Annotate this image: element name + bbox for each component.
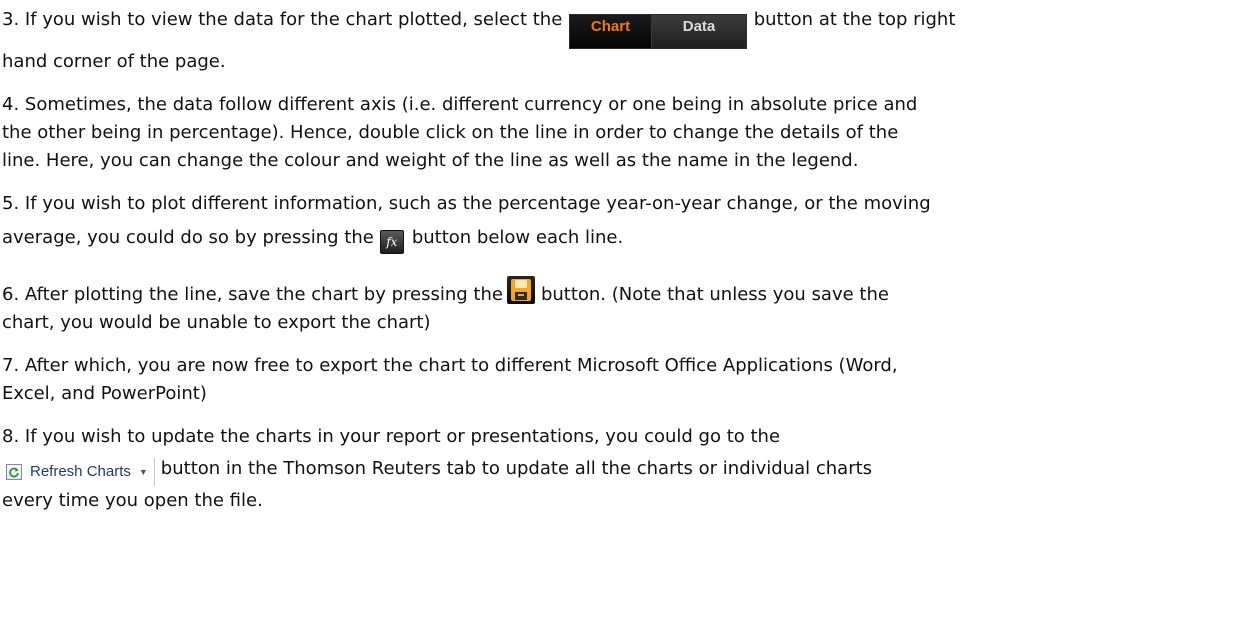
step-6-line-1: 6. After plotting the line, save the cha…: [2, 276, 1252, 309]
step-5-line-2: average, you could do so by pressing the…: [2, 224, 1252, 254]
refresh-charts-control[interactable]: Refresh Charts ▼: [2, 457, 155, 487]
step-3-line-2: hand corner of the page.: [2, 51, 226, 72]
step-3-text-before: 3. If you wish to view the data for the …: [2, 9, 568, 30]
step-5-line-1: 5. If you wish to plot different informa…: [2, 193, 931, 214]
step-7-line-2: Excel, and PowerPoint): [2, 383, 207, 404]
step-4-line-3: line. Here, you can change the colour an…: [2, 150, 859, 171]
refresh-icon: [6, 464, 22, 480]
step-3-text-after: button at the top right: [748, 9, 956, 30]
step-8-text-after: button in the Thomson Reuters tab to upd…: [160, 458, 873, 479]
chevron-down-icon[interactable]: ▼: [139, 458, 148, 486]
step-5-text-before: average, you could do so by pressing the: [2, 227, 374, 248]
chart-tab-button[interactable]: Chart: [570, 15, 652, 48]
step-6-text-before: 6. After plotting the line, save the cha…: [2, 284, 503, 305]
step-8-line-3: every time you open the file.: [2, 490, 263, 511]
step-8-line-2: Refresh Charts ▼ button in the Thomson Reu…: [2, 455, 1252, 487]
step-3-line-1: 3. If you wish to view the data for the …: [2, 6, 1252, 48]
data-tab-button[interactable]: Data: [652, 15, 746, 48]
instruction-document: 3. If you wish to view the data for the …: [2, 0, 1252, 515]
step-4-line-2: the other being in percentage). Hence, d…: [2, 122, 899, 143]
step-8-line-1: 8. If you wish to update the charts in y…: [2, 426, 781, 447]
refresh-charts-label: Refresh Charts: [30, 463, 131, 480]
step-6-text-after: button. (Note that unless you save the: [540, 284, 889, 305]
step-5-text-after: button below each line.: [411, 227, 624, 248]
step-6-line-2: chart, you would be unable to export the…: [2, 312, 431, 333]
chart-data-toggle[interactable]: Chart Data: [570, 15, 746, 48]
save-icon[interactable]: [506, 276, 535, 304]
step-7-line-1: 7. After which, you are now free to expo…: [2, 355, 898, 376]
function-icon[interactable]: fx: [379, 230, 404, 254]
refresh-charts-button[interactable]: Refresh Charts ▼: [2, 458, 155, 486]
step-4-line-1: 4. Sometimes, the data follow different …: [2, 94, 918, 115]
